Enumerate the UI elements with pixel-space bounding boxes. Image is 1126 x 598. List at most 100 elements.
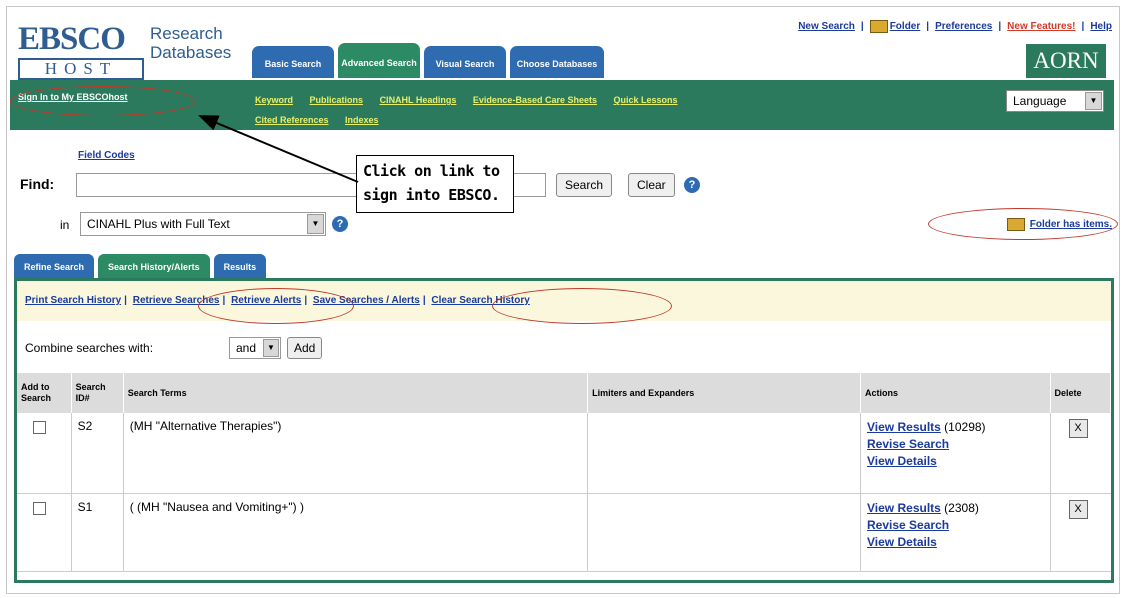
view-details-link[interactable]: View Details [867, 535, 937, 549]
preferences-link[interactable]: Preferences [935, 21, 992, 32]
search-terms: ( (MH "Nausea and Vomiting+") ) [123, 493, 589, 572]
folder-icon [1006, 218, 1025, 231]
navbar: Sign In to My EBSCOhost Keyword Publicat… [10, 80, 1114, 130]
tab-basic-search[interactable]: Basic Search [252, 46, 334, 78]
logo-host-text: HOST [18, 58, 144, 80]
col-limiters-expanders: Limiters and Expanders [587, 373, 862, 413]
tab-advanced-search[interactable]: Advanced Search [338, 43, 420, 78]
result-count: (10298) [944, 420, 986, 434]
sign-in-link[interactable]: Sign In to My EBSCOhost [18, 92, 128, 102]
table-header-row: Add to Search Search ID# Search Terms Li… [17, 373, 1112, 413]
separator: | [1081, 21, 1085, 32]
field-codes-link[interactable]: Field Codes [78, 150, 135, 161]
retrieve-alerts-link[interactable]: Retrieve Alerts [231, 295, 301, 306]
retrieve-searches-link[interactable]: Retrieve Searches [133, 295, 220, 306]
add-cell [17, 413, 72, 494]
view-results-link[interactable]: View Results [867, 420, 941, 434]
col-add-to-search: Add to Search [17, 373, 72, 413]
annotation-callout: Click on link to sign into EBSCO. [356, 155, 514, 213]
folder-has-items[interactable]: Folder has items. [1006, 218, 1112, 231]
top-tabs: Basic Search Advanced Search Visual Sear… [252, 43, 604, 78]
nav-cinahl-headings[interactable]: CINAHL Headings [380, 95, 457, 105]
separator: | [304, 295, 308, 306]
actions-cell: View Results (10298) Revise Search View … [860, 413, 1051, 494]
nav-keyword[interactable]: Keyword [255, 95, 293, 105]
save-searches-alerts-link[interactable]: Save Searches / Alerts [313, 295, 420, 306]
find-label: Find: [20, 176, 55, 192]
separator: | [926, 21, 930, 32]
help-link[interactable]: Help [1090, 21, 1112, 32]
chevron-down-icon: ▼ [263, 339, 279, 357]
chevron-down-icon: ▼ [307, 214, 324, 234]
help-icon[interactable]: ? [332, 216, 348, 232]
add-cell [17, 493, 72, 572]
tab-refine-search[interactable]: Refine Search [14, 254, 95, 278]
combine-label: Combine searches with: [25, 341, 154, 355]
clear-search-history-link[interactable]: Clear Search History [431, 295, 529, 306]
limiters [587, 413, 862, 494]
chevron-down-icon: ▼ [1085, 92, 1102, 110]
nav-evidence-based-care-sheets[interactable]: Evidence-Based Care Sheets [473, 95, 597, 105]
table-row: S1 ( (MH "Nausea and Vomiting+") ) View … [17, 493, 1111, 572]
new-features-link[interactable]: New Features! [1007, 21, 1075, 32]
search-id: S2 [71, 413, 124, 494]
ebsco-logo[interactable]: EBSCO HOST [18, 22, 146, 80]
result-count: (2308) [944, 500, 979, 515]
navbar-links: Keyword Publications CINAHL Headings Evi… [255, 90, 975, 130]
research-databases-label: Research Databases [150, 24, 232, 62]
clear-button[interactable]: Clear [628, 173, 675, 197]
nav-publications[interactable]: Publications [310, 95, 364, 105]
tab-choose-databases[interactable]: Choose Databases [510, 46, 604, 78]
table-row: S2 (MH "Alternative Therapies") View Res… [17, 413, 1111, 494]
database-select[interactable]: CINAHL Plus with Full Text ▼ [80, 212, 326, 236]
col-search-id: Search ID# [71, 373, 124, 413]
col-search-terms: Search Terms [123, 373, 589, 413]
top-links: New Search | Folder | Preferences | New … [798, 20, 1112, 33]
tab-visual-search[interactable]: Visual Search [424, 46, 506, 78]
separator: | [998, 21, 1002, 32]
in-label: in [60, 218, 70, 232]
view-results-link[interactable]: View Results [867, 501, 941, 515]
view-details-link[interactable]: View Details [867, 454, 937, 468]
combine-value: and [236, 341, 257, 355]
delete-cell: X [1050, 413, 1111, 494]
add-button[interactable]: Add [287, 337, 323, 359]
add-checkbox[interactable] [33, 421, 46, 434]
tab-search-history-alerts[interactable]: Search History/Alerts [98, 254, 210, 278]
folder-link-wrap[interactable]: Folder [869, 20, 921, 33]
logo-ebsco-text: EBSCO [18, 21, 126, 57]
nav-cited-references[interactable]: Cited References [255, 115, 329, 125]
separator: | [222, 295, 226, 306]
nav-indexes[interactable]: Indexes [345, 115, 379, 125]
add-checkbox[interactable] [33, 501, 46, 515]
database-value: CINAHL Plus with Full Text [87, 217, 230, 231]
separator: | [860, 21, 864, 32]
help-icon[interactable]: ? [684, 177, 700, 193]
search-terms: (MH "Alternative Therapies") [123, 413, 589, 494]
limiters [587, 493, 862, 572]
history-tabs: Refine Search Search History/Alerts Resu… [14, 254, 267, 278]
print-search-history-link[interactable]: Print Search History [25, 295, 121, 306]
tab-results[interactable]: Results [213, 254, 267, 278]
folder-icon [869, 20, 888, 33]
combine-select[interactable]: and ▼ [229, 337, 281, 359]
delete-icon[interactable]: X [1068, 419, 1088, 438]
delete-icon[interactable]: X [1068, 499, 1088, 519]
language-select[interactable]: Language ▼ [1006, 90, 1104, 112]
separator: | [422, 295, 426, 306]
col-actions: Actions [860, 373, 1051, 413]
history-links: Print Search History | Retrieve Searches |… [17, 281, 1111, 321]
revise-search-link[interactable]: Revise Search [867, 437, 949, 451]
language-label: Language [1013, 94, 1067, 108]
separator: | [124, 295, 127, 306]
revise-search-link[interactable]: Revise Search [867, 518, 949, 532]
new-search-link[interactable]: New Search [798, 21, 855, 32]
search-button[interactable]: Search [556, 173, 613, 197]
folder-link[interactable]: Folder [890, 21, 921, 32]
col-delete: Delete [1050, 373, 1112, 413]
actions-cell: View Results (2308) Revise Search View D… [860, 493, 1051, 572]
aorn-logo: AORN [1026, 44, 1106, 78]
folder-has-items-link[interactable]: Folder has items. [1030, 219, 1112, 230]
nav-quick-lessons[interactable]: Quick Lessons [614, 95, 678, 105]
search-id: S1 [71, 493, 124, 572]
